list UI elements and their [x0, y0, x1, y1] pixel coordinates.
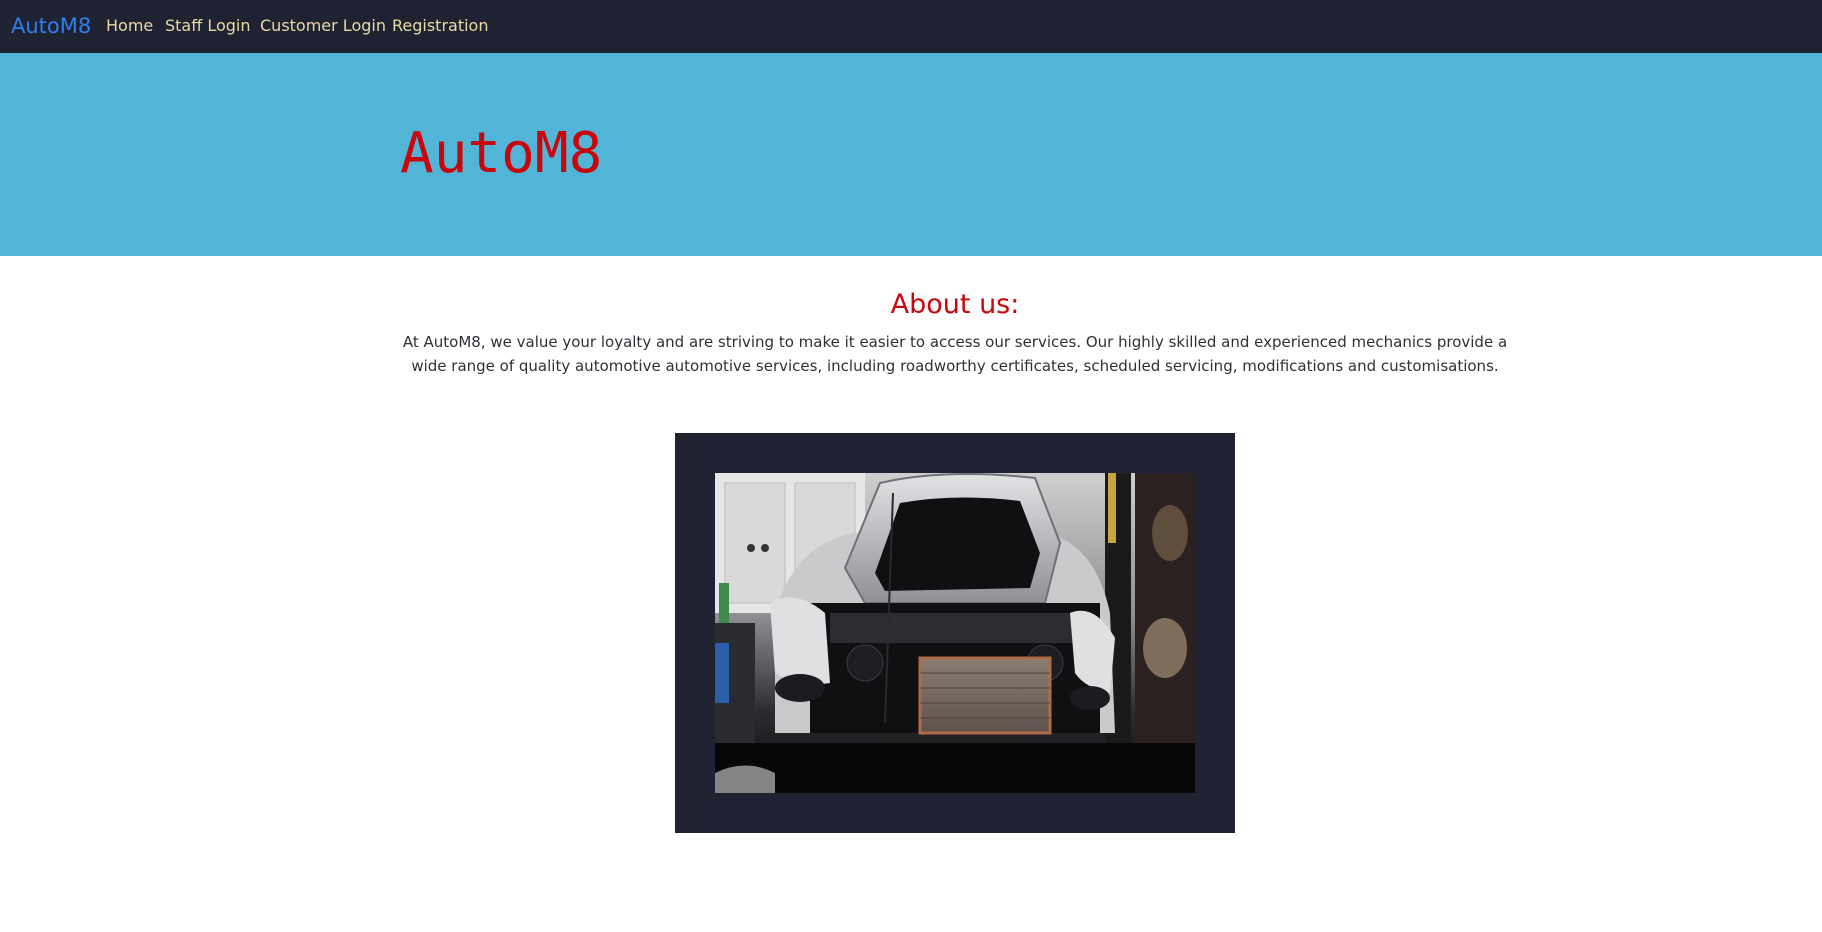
navbar: AutoM8 Home Staff Login Customer Login R… — [0, 0, 1822, 53]
nav-link-customer-login[interactable]: Customer Login — [260, 15, 386, 37]
brand-link[interactable]: AutoM8 — [11, 13, 91, 39]
about-text: At AutoM8, we value your loyalty and are… — [402, 333, 1508, 375]
about-heading: About us: — [890, 289, 1020, 320]
hero-title: AutoM8 — [400, 121, 603, 186]
nav-link-registration[interactable]: Registration — [392, 15, 488, 37]
hero-banner: AutoM8 — [0, 53, 1822, 256]
nav-link-staff-login[interactable]: Staff Login — [165, 15, 251, 37]
image-frame — [675, 433, 1235, 833]
car-engine-photo — [715, 473, 1195, 793]
nav-link-home[interactable]: Home — [106, 15, 153, 37]
car-engine-illustration — [715, 473, 1195, 793]
